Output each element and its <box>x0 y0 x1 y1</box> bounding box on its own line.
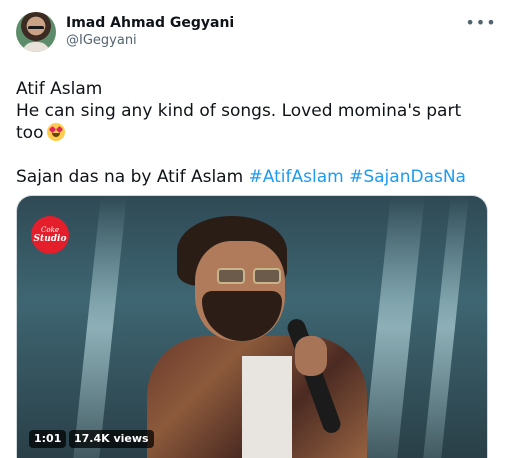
tweet-header: Imad Ahmad Gegyani @IGegyani <box>16 12 492 60</box>
heart-eyes-emoji <box>47 123 66 141</box>
tweet-text: Atif Aslam He can sing any kind of songs… <box>16 78 492 188</box>
tweet-line-4: Sajan das na by Atif Aslam #AtifAslam #S… <box>16 166 492 188</box>
video-player[interactable]: Coke Studio 1:01 17.4K views <box>16 195 488 458</box>
tweet-line-1: Atif Aslam <box>16 79 103 99</box>
singer-hand <box>295 336 327 376</box>
avatar-glasses <box>28 26 44 30</box>
tweet-line-3-text: too <box>16 123 44 143</box>
logo-line-2: Studio <box>33 234 67 244</box>
hashtag-sajandasna[interactable]: #SajanDasNa <box>349 167 466 187</box>
stage-light <box>73 196 127 458</box>
tweet-line-2: He can sing any kind of songs. Loved mom… <box>16 101 462 121</box>
user-handle[interactable]: @IGegyani <box>66 32 234 50</box>
singer-shirt <box>242 356 292 458</box>
more-horizontal-icon: ••• <box>465 12 497 32</box>
stage-light <box>363 196 425 458</box>
video-duration-badge: 1:01 <box>29 430 67 448</box>
video-views-badge: 17.4K views <box>69 430 154 448</box>
avatar-shirt <box>22 42 50 52</box>
hashtag-atifaslam[interactable]: #AtifAslam <box>249 167 344 187</box>
more-options-button[interactable]: ••• <box>465 13 495 32</box>
tweet-card[interactable]: Imad Ahmad Gegyani @IGegyani ••• Atif As… <box>0 0 508 458</box>
tweet-line-4-text: Sajan das na by Atif Aslam <box>16 167 244 187</box>
display-name[interactable]: Imad Ahmad Gegyani <box>66 14 234 32</box>
coke-studio-logo: Coke Studio <box>31 216 69 254</box>
author-names: Imad Ahmad Gegyani @IGegyani <box>66 14 234 50</box>
singer-sunglasses <box>217 268 281 286</box>
tweet-line-3: too <box>16 122 492 144</box>
stage-light <box>423 196 469 458</box>
avatar[interactable] <box>16 12 56 52</box>
